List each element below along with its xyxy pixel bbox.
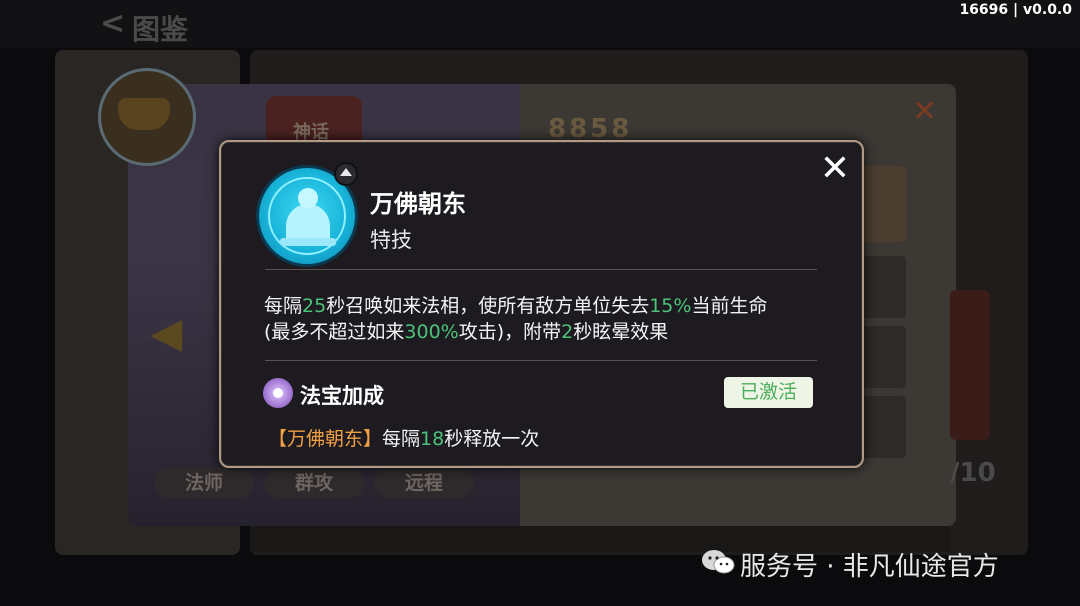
skill-description: 每隔25秒召唤如来法相，使所有敌方单位失去15%当前生命 (最多不超过如来300…: [264, 293, 824, 345]
close-icon[interactable]: ✕: [912, 94, 937, 129]
page-counter: /10: [950, 458, 996, 488]
wechat-icon: [702, 550, 735, 574]
version-label: 16696 | v0.0.0: [959, 2, 1072, 18]
treasure-orb-core: [273, 388, 283, 398]
activated-badge: 已激活: [724, 377, 813, 408]
role-tag: 群攻: [264, 468, 364, 498]
bowl-icon: [118, 98, 170, 130]
desc-text: 攻击)，附带: [458, 321, 562, 343]
bonus-text: 每隔: [382, 428, 421, 450]
skill-name: 万佛朝东: [370, 190, 466, 218]
skill-slot[interactable]: [860, 326, 906, 388]
buddha-head-shape: [298, 188, 318, 208]
role-tags: 法师 群攻 远程: [154, 468, 484, 498]
skill-slot[interactable]: [860, 396, 906, 458]
prev-hero-arrow-icon[interactable]: ◀: [150, 308, 182, 357]
buddha-base-shape: [280, 238, 336, 246]
divider: [265, 360, 817, 361]
desc-highlight: 300%: [404, 321, 459, 343]
desc-highlight: 15%: [649, 295, 692, 317]
desc-text: 每隔: [264, 295, 303, 317]
role-tag: 法师: [154, 468, 254, 498]
desc-text: 秒眩晕效果: [573, 321, 669, 343]
back-arrow-icon[interactable]: <: [100, 6, 125, 41]
skill-type: 特技: [370, 228, 412, 252]
treasure-bonus-text: 【万佛朝东】每隔18秒释放一次: [268, 424, 539, 451]
stat-box: [860, 166, 906, 242]
desc-text: 当前生命: [691, 295, 768, 317]
side-decoration: [950, 290, 990, 440]
treasure-bonus-title: 法宝加成: [300, 384, 384, 408]
up-triangle-icon: [340, 168, 352, 176]
desc-highlight: 25: [302, 295, 327, 317]
desc-highlight: 2: [561, 321, 574, 343]
bonus-text: 秒释放一次: [444, 428, 540, 450]
desc-text: 秒召唤如来法相，使所有敌方单位失去: [326, 295, 650, 317]
watermark-text: 服务号 · 非凡仙途官方: [740, 552, 999, 582]
close-button[interactable]: ✕: [818, 151, 852, 187]
desc-text: (最多不超过如来: [264, 321, 405, 343]
role-tag: 远程: [374, 468, 474, 498]
divider: [265, 269, 817, 270]
page-title: 图鉴: [132, 13, 189, 46]
bonus-highlight: 18: [420, 428, 445, 450]
skill-slot[interactable]: [860, 256, 906, 318]
bonus-skill-name: 【万佛朝东】: [268, 428, 383, 450]
